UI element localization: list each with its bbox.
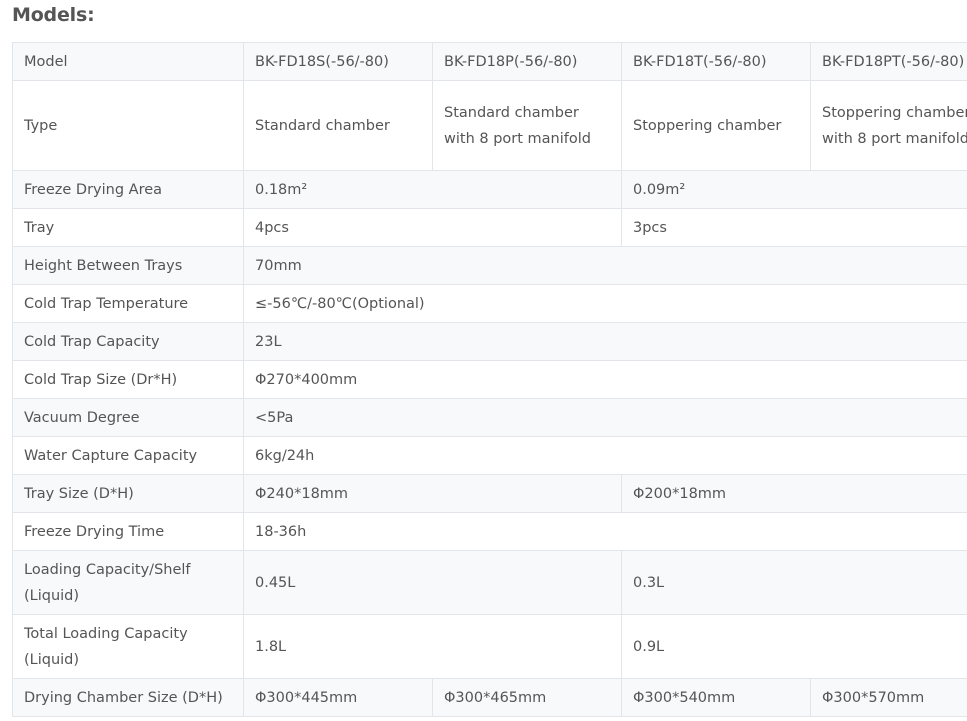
row-label: Freeze Drying Area bbox=[12, 170, 244, 209]
table-cell: 0.45L bbox=[243, 550, 622, 615]
table-row-cold-trap-capacity: Cold Trap Capacity 23L bbox=[12, 322, 967, 361]
table-row-total-loading-capacity: Total Loading Capacity (Liquid) 1.8L 0.9… bbox=[12, 614, 967, 679]
table-cell: Φ300*540mm bbox=[621, 678, 811, 717]
row-label: Cold Trap Temperature bbox=[12, 284, 244, 323]
table-cell: 1.8L bbox=[243, 614, 622, 679]
table-cell: Φ300*445mm bbox=[243, 678, 433, 717]
table-cell: 23L bbox=[243, 322, 967, 361]
table-cell: Standard chamber bbox=[243, 80, 433, 171]
table-row-model: Model BK-FD18S(-56/-80) BK-FD18P(-56/-80… bbox=[12, 42, 967, 81]
row-label: Model bbox=[12, 42, 244, 81]
table-cell: 0.09m² bbox=[621, 170, 967, 209]
models-table-container[interactable]: Model BK-FD18S(-56/-80) BK-FD18P(-56/-80… bbox=[12, 42, 967, 721]
table-cell: Φ270*400mm bbox=[243, 360, 967, 399]
table-cell: Φ240*18mm bbox=[243, 474, 622, 513]
row-label: Type bbox=[12, 80, 244, 171]
row-label: Loading Capacity/Shelf (Liquid) bbox=[12, 550, 244, 615]
table-cell: Stoppering chamber bbox=[621, 80, 811, 171]
table-row-freeze-drying-area: Freeze Drying Area 0.18m² 0.09m² bbox=[12, 170, 967, 209]
table-row-height-between-trays: Height Between Trays 70mm bbox=[12, 246, 967, 285]
row-label: Drying Chamber Size (D*H) bbox=[12, 678, 244, 717]
row-label: Freeze Drying Time bbox=[12, 512, 244, 551]
table-row-tray-size: Tray Size (D*H) Φ240*18mm Φ200*18mm bbox=[12, 474, 967, 513]
models-spec-table: Model BK-FD18S(-56/-80) BK-FD18P(-56/-80… bbox=[12, 42, 967, 717]
table-row-cold-trap-temperature: Cold Trap Temperature ≤-56℃/-80℃(Optiona… bbox=[12, 284, 967, 323]
table-cell: BK-FD18S(-56/-80) bbox=[243, 42, 433, 81]
table-row-type: Type Standard chamber Standard chamber w… bbox=[12, 80, 967, 171]
table-cell: <5Pa bbox=[243, 398, 967, 437]
row-label: Tray bbox=[12, 208, 244, 247]
table-row-drying-chamber-size: Drying Chamber Size (D*H) Φ300*445mm Φ30… bbox=[12, 678, 967, 717]
table-row-cold-trap-size: Cold Trap Size (Dr*H) Φ270*400mm bbox=[12, 360, 967, 399]
table-cell: Φ300*570mm bbox=[810, 678, 967, 717]
table-cell: ≤-56℃/-80℃(Optional) bbox=[243, 284, 967, 323]
table-cell: 3pcs bbox=[621, 208, 967, 247]
table-cell: 4pcs bbox=[243, 208, 622, 247]
row-label: Cold Trap Size (Dr*H) bbox=[12, 360, 244, 399]
table-row-water-capture-capacity: Water Capture Capacity 6kg/24h bbox=[12, 436, 967, 475]
row-label: Vacuum Degree bbox=[12, 398, 244, 437]
table-row-freeze-drying-time: Freeze Drying Time 18-36h bbox=[12, 512, 967, 551]
table-cell: 0.18m² bbox=[243, 170, 622, 209]
row-label: Total Loading Capacity (Liquid) bbox=[12, 614, 244, 679]
table-cell: Stoppering chamber with 8 port manifold bbox=[810, 80, 967, 171]
table-cell: 0.9L bbox=[621, 614, 967, 679]
section-heading: Models: bbox=[12, 4, 95, 26]
table-cell: BK-FD18P(-56/-80) bbox=[432, 42, 622, 81]
table-cell: 18-36h bbox=[243, 512, 967, 551]
table-cell: 0.3L bbox=[621, 550, 967, 615]
table-cell: Standard chamber with 8 port manifold bbox=[432, 80, 622, 171]
row-label: Water Capture Capacity bbox=[12, 436, 244, 475]
table-cell: 70mm bbox=[243, 246, 967, 285]
table-cell: 6kg/24h bbox=[243, 436, 967, 475]
row-label: Cold Trap Capacity bbox=[12, 322, 244, 361]
table-cell: Φ200*18mm bbox=[621, 474, 967, 513]
table-cell: BK-FD18PT(-56/-80) bbox=[810, 42, 967, 81]
table-cell: Φ300*465mm bbox=[432, 678, 622, 717]
table-row-vacuum-degree: Vacuum Degree <5Pa bbox=[12, 398, 967, 437]
row-label: Height Between Trays bbox=[12, 246, 244, 285]
table-row-tray: Tray 4pcs 3pcs bbox=[12, 208, 967, 247]
table-row-loading-capacity-shelf: Loading Capacity/Shelf (Liquid) 0.45L 0.… bbox=[12, 550, 967, 615]
row-label: Tray Size (D*H) bbox=[12, 474, 244, 513]
table-cell: BK-FD18T(-56/-80) bbox=[621, 42, 811, 81]
